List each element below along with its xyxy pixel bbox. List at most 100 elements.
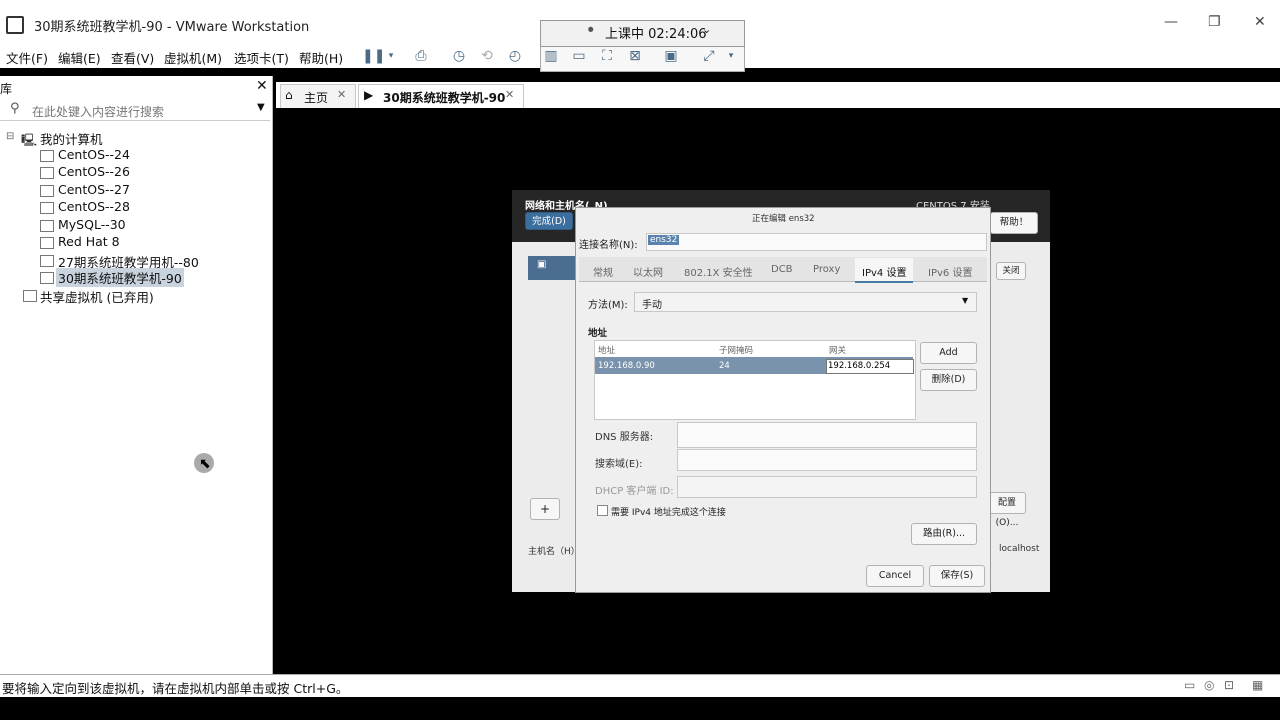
library-close-icon[interactable]: ✕ [256, 78, 268, 94]
dhcp-id-input[interactable] [677, 476, 977, 498]
tree-vm-centos28[interactable]: CentOS--28 [58, 199, 130, 214]
tree-vm-centos24[interactable]: CentOS--24 [58, 147, 130, 162]
help-button[interactable]: 帮助！ [990, 212, 1038, 234]
status-text: 要将输入定向到该虚拟机，请在虚拟机内部单击或按 Ctrl+G。 [2, 681, 349, 696]
conn-name-label: 连接名称(N): [579, 240, 638, 251]
dialog-title: 正在编辑 ens32 [752, 214, 815, 224]
col-netmask: 子网掩码 [719, 346, 754, 356]
stretch-chevron-icon[interactable]: ▾ [722, 47, 740, 65]
dhcp-id-label: DHCP 客户端 ID: [595, 486, 674, 497]
tree-shared-vms[interactable]: 共享虚拟机 (已弃用) [40, 287, 154, 306]
method-value: 手动 [642, 300, 662, 311]
col-address: 地址 [598, 346, 616, 356]
send-keys-icon[interactable]: ⎙ [412, 47, 430, 65]
conn-name-input[interactable] [646, 233, 987, 251]
tab-dcb[interactable]: DCB [771, 264, 793, 275]
mouse-cursor-icon: ⬉ [199, 456, 211, 472]
tab-proxy[interactable]: Proxy [813, 264, 840, 275]
search-input[interactable]: 在此处键入内容进行搜索 [32, 103, 164, 120]
fullscreen-icon[interactable]: ⛶ [598, 47, 616, 65]
tab-8021x[interactable]: 802.1X 安全性 [684, 264, 753, 279]
tree-vm-redhat8[interactable]: Red Hat 8 [58, 234, 120, 249]
done-button[interactable]: 完成(D) [525, 212, 573, 230]
tree-vm-mysql30[interactable]: MySQL--30 [58, 217, 126, 232]
close-window-icon[interactable]: ✕ [1254, 14, 1266, 30]
tree-my-computer[interactable]: 我的计算机 [40, 129, 103, 148]
address-table [594, 340, 916, 420]
cancel-button[interactable]: Cancel [866, 565, 924, 587]
col-gateway: 网关 [829, 346, 847, 356]
require-ipv4-label: 需要 IPv4 地址完成这个连接 [611, 508, 726, 518]
tab-vm-close-icon[interactable]: ✕ [505, 88, 514, 101]
ethernet-icon: ▣ [537, 259, 547, 270]
stretch-icon[interactable]: ⤢ [700, 47, 718, 65]
row-netmask: 24 [719, 361, 730, 371]
minimize-icon[interactable]: — [1164, 14, 1178, 30]
vm-running-icon [40, 272, 54, 284]
library-panel [0, 76, 273, 674]
configure-button[interactable]: 配置(O)... [988, 492, 1026, 528]
dns-label: DNS 服务器: [595, 432, 654, 443]
method-select[interactable] [634, 292, 977, 312]
pause-icon[interactable]: ❚❚ [362, 47, 385, 65]
tab-ethernet[interactable]: 以太网 [633, 264, 663, 279]
method-chevron-icon: ▼ [962, 296, 969, 305]
network-icon[interactable]: ⊡ [1224, 678, 1234, 692]
chevron-down-icon[interactable]: ▾ [382, 47, 400, 65]
maximize-icon[interactable]: ❐ [1208, 14, 1221, 30]
vm-icon [40, 167, 54, 179]
window-title: 30期系统班教学机-90 - VMware Workstation [34, 20, 310, 35]
close-connection-button[interactable]: 关闭 [996, 262, 1026, 280]
hdd-icon[interactable]: ▭ [1184, 678, 1195, 692]
search-icon: ⚲ [10, 101, 20, 116]
tab-ipv6[interactable]: IPv6 设置 [928, 264, 972, 279]
menu-vm[interactable]: 虚拟机(M) [164, 48, 222, 67]
menu-tabs[interactable]: 选项卡(T) [234, 48, 289, 67]
menu-help[interactable]: 帮助(H) [299, 48, 343, 67]
menu-view[interactable]: 查看(V) [111, 48, 154, 67]
vm-icon [40, 202, 54, 214]
snapshot-icon[interactable]: ◷ [450, 47, 468, 65]
search-domain-input[interactable] [677, 449, 977, 471]
delete-address-button[interactable]: 删除(D) [920, 369, 977, 391]
conn-name-value: ens32 [648, 235, 680, 245]
tree-vm-30-selected[interactable]: 30期系统班教学机-90 [56, 268, 184, 287]
hostname-value: localhost [999, 544, 1040, 554]
tab-home-label: 主页 [304, 91, 329, 105]
console-icon[interactable]: ▣ [662, 47, 680, 65]
thumbnail-icon[interactable]: ▭ [570, 47, 588, 65]
dns-input[interactable] [677, 422, 977, 448]
vm-icon [40, 237, 54, 249]
address-section-title: 地址 [588, 328, 608, 339]
collapse-icon[interactable]: ⊟ [6, 131, 14, 142]
routes-button[interactable]: 路由(R)... [911, 523, 977, 545]
revert-snapshot-icon[interactable]: ⟲ [478, 47, 496, 65]
add-address-button[interactable]: Add [920, 342, 977, 364]
library-view-icon[interactable]: ▥ [542, 47, 560, 65]
row-gateway: 192.168.0.254 [828, 361, 891, 371]
vm-tab-icon: ▶ [364, 88, 374, 102]
row-address: 192.168.0.90 [598, 361, 655, 371]
cdrom-icon[interactable]: ◎ [1204, 678, 1214, 692]
home-icon: ⌂ [285, 88, 293, 102]
tree-vm-centos26[interactable]: CentOS--26 [58, 164, 130, 179]
search-dropdown-icon[interactable]: ▼ [257, 102, 265, 113]
tree-vm-centos27[interactable]: CentOS--27 [58, 182, 130, 197]
add-device-button[interactable]: + [530, 498, 560, 520]
tab-general[interactable]: 常规 [593, 264, 613, 279]
library-title: 库 [0, 82, 13, 96]
search-domain-label: 搜索域(E): [595, 459, 643, 470]
computer-icon: 🖳 [21, 133, 38, 147]
ethernet-list-item[interactable] [528, 256, 576, 280]
timer-chevron-icon[interactable]: ⌄ [702, 23, 711, 36]
unity-icon[interactable]: ⊠ [626, 47, 644, 65]
display-icon[interactable]: ▦ [1252, 678, 1263, 692]
vmware-logo-icon [6, 16, 24, 34]
require-ipv4-checkbox[interactable] [597, 505, 608, 516]
record-icon: ⏺ [588, 23, 594, 36]
menu-edit[interactable]: 编辑(E) [58, 48, 101, 67]
tab-home-close-icon[interactable]: ✕ [337, 88, 346, 101]
save-button[interactable]: 保存(S) [929, 565, 985, 587]
menu-file[interactable]: 文件(F) [6, 48, 48, 67]
snapshot-manager-icon[interactable]: ◴ [506, 47, 524, 65]
